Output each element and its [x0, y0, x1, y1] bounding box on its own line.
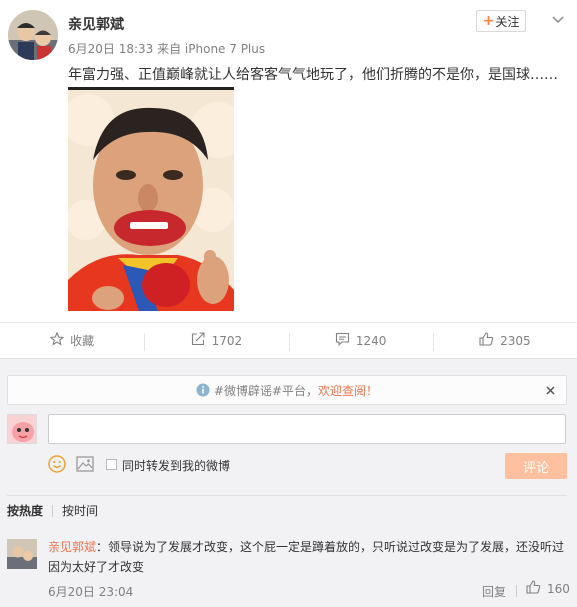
comment-body: ：领导说为了发展才改变，这个屁一定是蹲着放的，只听说过改变是为了发展，还没听过因…	[48, 540, 565, 574]
comment-count: 1240	[355, 333, 387, 348]
rumor-notice: #微博辟谣#平台， 欢迎查阅！	[7, 375, 567, 405]
sort-by-time[interactable]: 按时间	[62, 502, 98, 519]
share-icon	[191, 332, 206, 349]
repost-checkbox[interactable]	[106, 459, 117, 470]
comment-author-name[interactable]: 亲见郭斌	[48, 540, 96, 554]
post-text: 年富力强、正值巅峰就让人给客客气气地玩了，他们折腾的不是你，是国球……	[68, 67, 558, 83]
post-action-bar: 收藏 1702 1240 2305	[0, 322, 577, 358]
comment-action-divider	[516, 585, 517, 597]
sort-divider	[52, 504, 54, 517]
thumbs-up-icon	[526, 580, 541, 597]
comment-icon	[335, 332, 350, 349]
sort-by-hot[interactable]: 按热度	[7, 502, 43, 519]
comment-sort-bar: 按热度 按时间	[7, 495, 567, 525]
chevron-down-icon[interactable]	[548, 10, 568, 30]
comment-time: 6月20日 23:04	[48, 585, 134, 599]
star-icon	[49, 331, 65, 349]
comment-like-button[interactable]: 160	[526, 580, 570, 597]
emoji-icon[interactable]	[48, 455, 66, 473]
comment-like-count: 160	[547, 581, 570, 596]
comment-input[interactable]	[48, 414, 566, 444]
post-author-name[interactable]: 亲见郭斌	[68, 14, 124, 34]
plus-icon: +	[482, 13, 495, 29]
reply-button[interactable]: 回复	[482, 583, 506, 600]
image-icon[interactable]	[76, 456, 94, 472]
author-avatar[interactable]	[8, 10, 58, 60]
like-count: 2305	[500, 333, 531, 348]
repost-action[interactable]: 1702	[144, 323, 288, 358]
comment-area: #微博辟谣#平台， 欢迎查阅！ 同时转发到我的微博 评论 按热度 按时间 亲见郭…	[0, 358, 577, 607]
submit-comment-button[interactable]: 评论	[505, 453, 567, 479]
like-action[interactable]: 2305	[432, 323, 577, 358]
close-icon[interactable]	[542, 382, 558, 398]
repost-label[interactable]: 同时转发到我的微博	[122, 457, 230, 474]
favorite-action[interactable]: 收藏	[0, 323, 144, 358]
repost-count: 1702	[211, 333, 243, 348]
comment-text: 亲见郭斌：领导说为了发展才改变，这个屁一定是蹲着放的，只听说过改变是为了发展，还…	[48, 537, 568, 577]
current-user-avatar[interactable]	[7, 414, 37, 444]
favorite-label: 收藏	[70, 334, 95, 348]
follow-label: 关注	[495, 14, 520, 29]
comment-action[interactable]: 1240	[288, 323, 433, 358]
post-image[interactable]	[68, 87, 234, 311]
thumbs-up-icon	[479, 332, 494, 349]
info-icon	[196, 383, 210, 397]
follow-button[interactable]: + 关注	[476, 10, 526, 32]
notice-link[interactable]: 欢迎查阅！	[318, 382, 378, 399]
comment-author-avatar[interactable]	[7, 539, 37, 569]
post-meta: 6月20日 18:33 来自 iPhone 7 Plus	[68, 42, 266, 56]
notice-text[interactable]: #微博辟谣#平台，	[214, 382, 318, 399]
